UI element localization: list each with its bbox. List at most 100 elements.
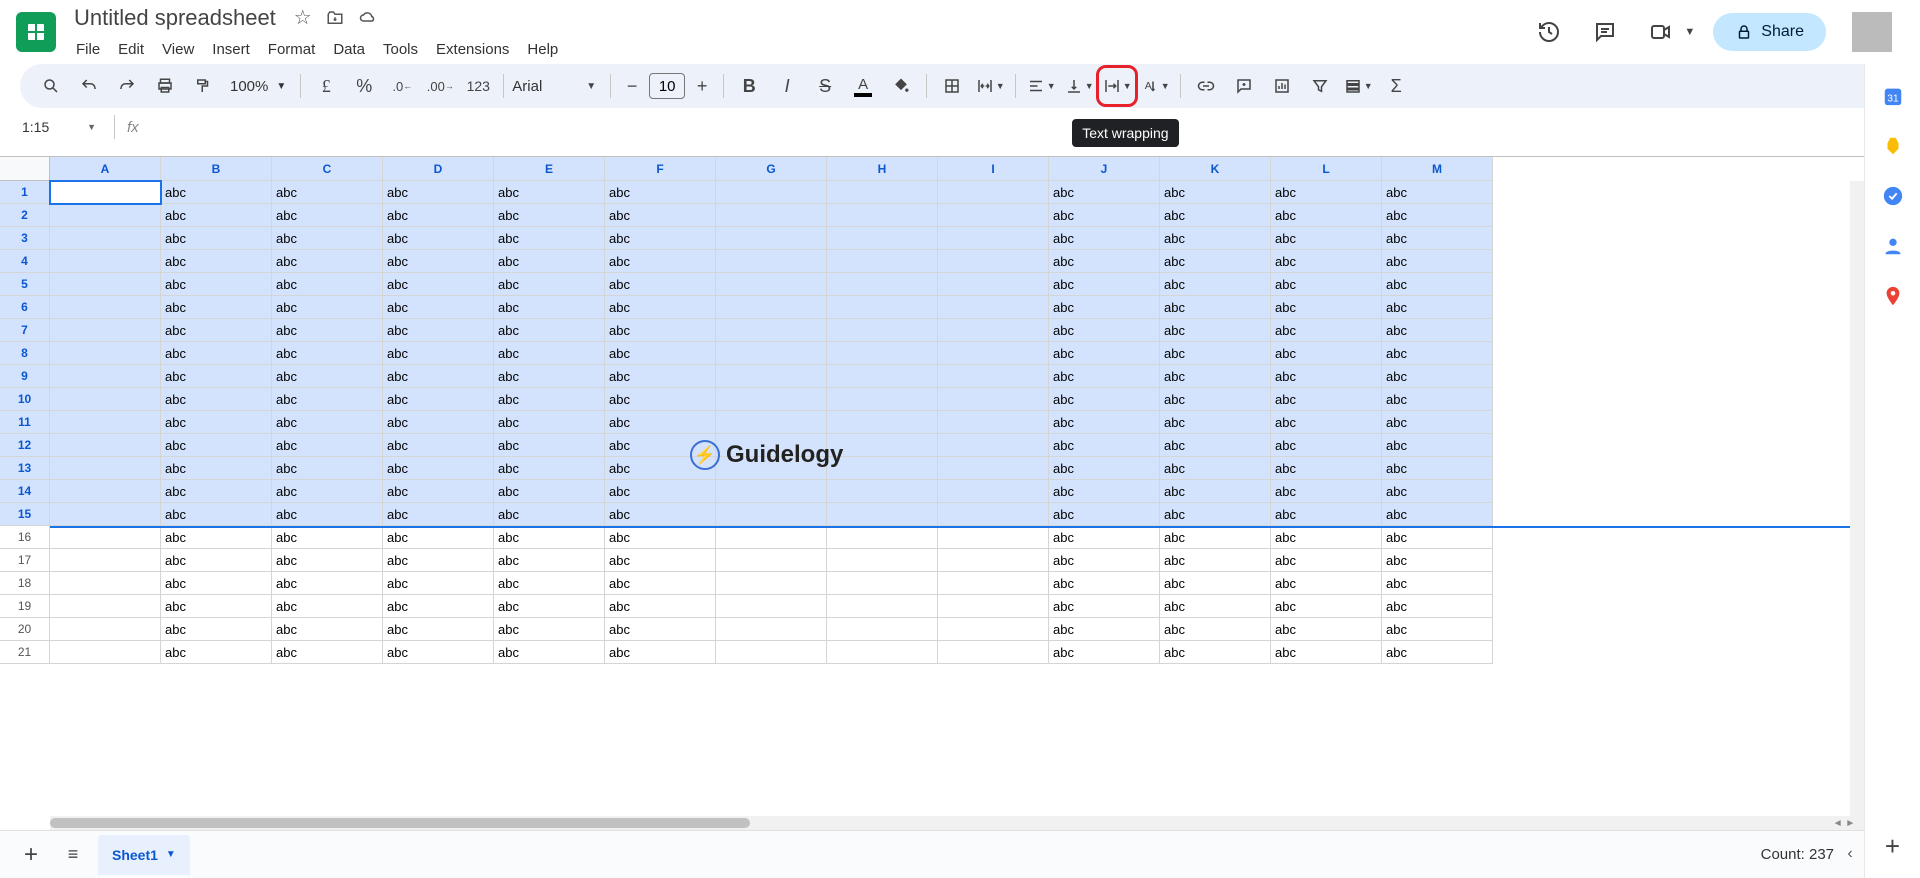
- tasks-icon[interactable]: [1881, 184, 1905, 208]
- row-header[interactable]: 9: [0, 365, 50, 388]
- search-menus-icon[interactable]: [34, 69, 68, 103]
- column-header[interactable]: A: [50, 157, 161, 181]
- row-header[interactable]: 16: [0, 526, 50, 549]
- cell[interactable]: abc: [494, 388, 605, 411]
- menu-view[interactable]: View: [154, 37, 202, 62]
- add-sheet-button[interactable]: +: [14, 838, 48, 872]
- filter-icon[interactable]: [1303, 69, 1337, 103]
- cell[interactable]: abc: [1271, 319, 1382, 342]
- cell[interactable]: abc: [383, 204, 494, 227]
- cell[interactable]: [827, 411, 938, 434]
- cell[interactable]: abc: [1160, 181, 1271, 204]
- cell[interactable]: [827, 434, 938, 457]
- row-header[interactable]: 4: [0, 250, 50, 273]
- cell[interactable]: [938, 181, 1049, 204]
- cell[interactable]: [827, 388, 938, 411]
- cell[interactable]: abc: [605, 342, 716, 365]
- cell[interactable]: abc: [161, 641, 272, 664]
- text-rotation-icon[interactable]: A▼: [1138, 69, 1172, 103]
- cell[interactable]: [827, 641, 938, 664]
- cell[interactable]: abc: [1160, 526, 1271, 549]
- column-header[interactable]: F: [605, 157, 716, 181]
- add-addon-icon[interactable]: +: [1881, 834, 1905, 858]
- column-header[interactable]: K: [1160, 157, 1271, 181]
- cell[interactable]: abc: [1271, 204, 1382, 227]
- bold-icon[interactable]: B: [732, 69, 766, 103]
- cell[interactable]: abc: [1382, 296, 1493, 319]
- document-title[interactable]: Untitled spreadsheet: [68, 3, 282, 33]
- cell[interactable]: [827, 480, 938, 503]
- cell[interactable]: [50, 457, 161, 480]
- print-icon[interactable]: [148, 69, 182, 103]
- cell[interactable]: abc: [272, 434, 383, 457]
- cell[interactable]: abc: [272, 503, 383, 526]
- cell[interactable]: abc: [272, 388, 383, 411]
- cell[interactable]: [716, 296, 827, 319]
- cell[interactable]: [716, 250, 827, 273]
- cell[interactable]: abc: [494, 457, 605, 480]
- cell[interactable]: [827, 526, 938, 549]
- cell[interactable]: abc: [1271, 572, 1382, 595]
- cell[interactable]: abc: [605, 411, 716, 434]
- cell[interactable]: abc: [161, 204, 272, 227]
- cell[interactable]: abc: [1382, 204, 1493, 227]
- cell[interactable]: [938, 227, 1049, 250]
- cell[interactable]: abc: [1271, 181, 1382, 204]
- cell[interactable]: abc: [1160, 549, 1271, 572]
- cell[interactable]: abc: [383, 181, 494, 204]
- cell[interactable]: abc: [1382, 618, 1493, 641]
- cell[interactable]: abc: [1271, 273, 1382, 296]
- sheets-app-icon[interactable]: [16, 12, 56, 52]
- cell[interactable]: [50, 273, 161, 296]
- row-header[interactable]: 21: [0, 641, 50, 664]
- cell[interactable]: [827, 319, 938, 342]
- cell[interactable]: abc: [1049, 273, 1160, 296]
- row-header[interactable]: 14: [0, 480, 50, 503]
- cell[interactable]: abc: [1271, 342, 1382, 365]
- cell[interactable]: abc: [1160, 342, 1271, 365]
- cell[interactable]: abc: [1160, 595, 1271, 618]
- cell[interactable]: abc: [383, 388, 494, 411]
- cell[interactable]: abc: [383, 595, 494, 618]
- cell[interactable]: [827, 296, 938, 319]
- italic-icon[interactable]: I: [770, 69, 804, 103]
- cell[interactable]: abc: [605, 572, 716, 595]
- cell[interactable]: abc: [272, 618, 383, 641]
- row-header[interactable]: 20: [0, 618, 50, 641]
- cell[interactable]: abc: [161, 457, 272, 480]
- cell[interactable]: abc: [1049, 457, 1160, 480]
- cell[interactable]: abc: [1049, 319, 1160, 342]
- cell[interactable]: [50, 480, 161, 503]
- cell[interactable]: [938, 250, 1049, 273]
- vertical-scrollbar[interactable]: [1850, 181, 1864, 816]
- cell[interactable]: abc: [1049, 227, 1160, 250]
- cell[interactable]: abc: [494, 365, 605, 388]
- cell[interactable]: abc: [605, 480, 716, 503]
- row-header[interactable]: 13: [0, 457, 50, 480]
- cell[interactable]: abc: [161, 181, 272, 204]
- cell[interactable]: [50, 365, 161, 388]
- cell[interactable]: abc: [1160, 319, 1271, 342]
- cell[interactable]: abc: [161, 549, 272, 572]
- cell[interactable]: abc: [1271, 296, 1382, 319]
- cell[interactable]: abc: [494, 572, 605, 595]
- cell[interactable]: [716, 365, 827, 388]
- menu-data[interactable]: Data: [325, 37, 373, 62]
- column-header[interactable]: L: [1271, 157, 1382, 181]
- insert-comment-icon[interactable]: [1227, 69, 1261, 103]
- cell[interactable]: abc: [272, 204, 383, 227]
- cell[interactable]: [938, 342, 1049, 365]
- cell[interactable]: abc: [1382, 549, 1493, 572]
- cell[interactable]: [716, 227, 827, 250]
- cell[interactable]: abc: [1160, 503, 1271, 526]
- row-header[interactable]: 11: [0, 411, 50, 434]
- cell[interactable]: abc: [1049, 549, 1160, 572]
- cell[interactable]: abc: [1382, 526, 1493, 549]
- row-header[interactable]: 15: [0, 503, 50, 526]
- cell[interactable]: abc: [494, 296, 605, 319]
- font-select[interactable]: Arial: [512, 78, 582, 95]
- row-header[interactable]: 5: [0, 273, 50, 296]
- cell[interactable]: abc: [1160, 641, 1271, 664]
- cell[interactable]: abc: [494, 434, 605, 457]
- cell[interactable]: [50, 618, 161, 641]
